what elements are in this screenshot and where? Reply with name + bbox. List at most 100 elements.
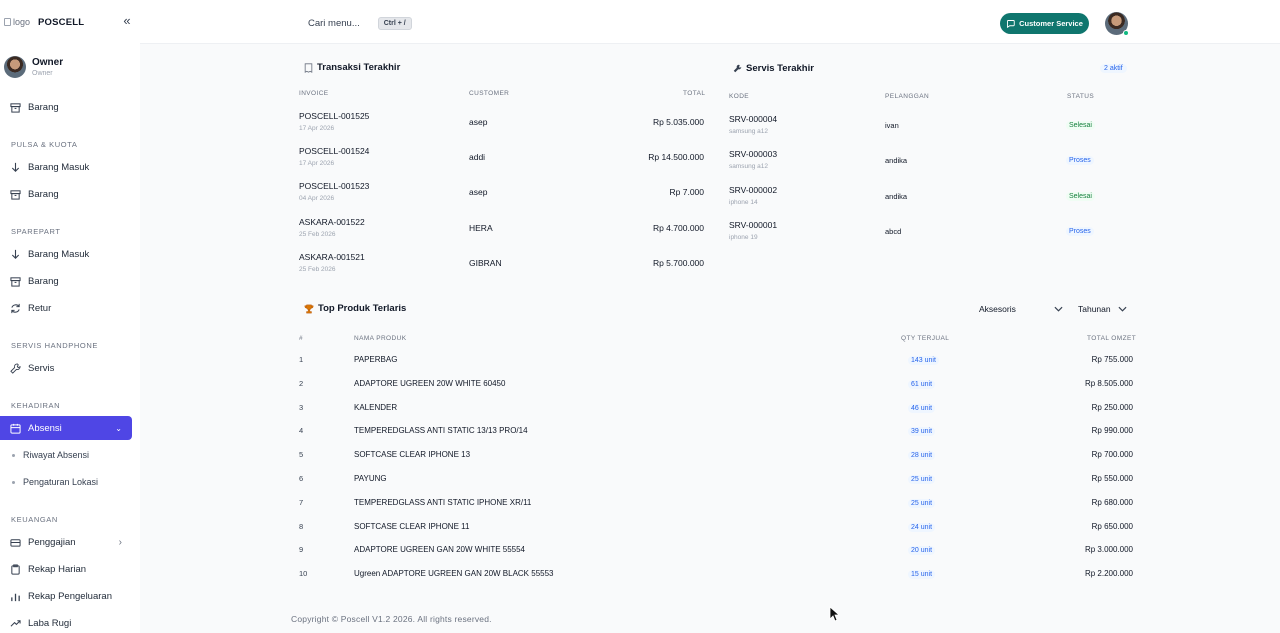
sidebar-item-servis[interactable]: Servis [0,356,132,380]
collapse-sidebar-icon[interactable]: « [120,14,134,28]
total-omzet: Rp 250.000 [1091,402,1133,412]
refresh-icon [10,303,21,314]
device-name: iphone 19 [729,233,758,241]
sidebar-item-label: Servis [28,362,55,374]
topbar: Cari menu... Ctrl + / Customer Service [140,0,1280,44]
sidebar-section-title: KEHADIRAN [11,401,61,410]
sidebar-subitem[interactable]: Riwayat Absensi [12,445,89,465]
customer-name: ivan [885,121,899,130]
product-name: KALENDER [354,402,398,412]
rank-number: 7 [299,497,304,507]
rank-number: 6 [299,474,304,483]
wallet-icon [10,537,21,548]
wrench-icon [10,362,21,374]
user-role: Owner [32,69,53,77]
calendar-icon [10,423,21,434]
shortcut-badge: Ctrl + / [377,16,412,30]
servis-title: Servis Terakhir [733,63,814,74]
chevron-down-icon: ⌄ [115,423,122,433]
sidebar-item-retur[interactable]: Retur [0,296,132,320]
sidebar-item-label: Barang Masuk [28,161,90,173]
invoice-total: Rp 7.000 [669,187,705,198]
qty-badge: 143 unit [908,356,939,365]
box-icon [10,276,21,287]
status-badge: Selesai [1066,191,1095,201]
invoice-date: 04 Apr 2026 [299,195,335,203]
clipboard-icon [10,563,21,575]
sidebar-item-label: Penggajian [28,536,76,548]
sidebar-item-barang-masuk[interactable]: Barang Masuk [0,155,132,179]
sidebar-item-label: Absensi [28,422,62,434]
sidebar-item-rekap-pengeluaran[interactable]: Rekap Pengeluaran [0,584,132,608]
product-name: PAPERBAG [354,355,398,364]
sidebar-item-barang-masuk[interactable]: Barang Masuk [0,242,132,266]
user-profile[interactable]: Owner Owner [4,56,63,78]
search-input[interactable]: Cari menu... Ctrl + / [308,15,428,31]
customer-service-label: Customer Service [1019,19,1083,28]
sidebar-item-label: Barang [28,101,59,113]
service-code: SRV-000001 [729,219,778,230]
th-kode: KODE [729,93,750,100]
total-omzet: Rp 3.000.000 [1084,545,1133,555]
total-omzet: Rp 650.000 [1091,521,1133,531]
total-omzet: Rp 680.000 [1091,497,1133,507]
sidebar-item-laba-rugi[interactable]: Laba Rugi [0,611,132,633]
qty-badge: 61 unit [908,379,936,389]
category-select[interactable]: Aksesoris [979,302,1063,316]
th-invoice: INVOICE [299,90,329,97]
total-omzet: Rp 550.000 [1091,474,1133,483]
customer-name: andika [885,191,908,201]
sidebar-item-label: Retur [28,302,52,314]
th-status: STATUS [1067,93,1095,100]
th-nama-produk: NAMA PRODUK [354,335,407,342]
total-omzet: Rp 700.000 [1091,450,1133,460]
period-select-value: Tahunan [1078,304,1111,314]
th-pelanggan: PELANGGAN [885,93,930,100]
customer-name: abcd [885,226,902,236]
sidebar-item-barang[interactable]: Barang [0,182,132,206]
transaksi-title: Transaksi Terakhir [304,62,400,73]
sidebar-section-title: SERVIS HANDPHONE [11,341,98,350]
invoice-number: POSCELL-001523 [299,181,370,192]
sidebar-item-penggajian[interactable]: Penggajian › [0,530,132,554]
trend-icon [10,618,21,629]
sidebar-item-rekap-harian[interactable]: Rekap Harian [0,557,132,581]
mouse-cursor-icon [829,606,839,622]
chevron-down-icon [1054,306,1063,312]
qty-badge: 39 unit [908,427,936,437]
sidebar-section-title: KEUANGAN [11,515,58,524]
bar-chart-icon [10,591,21,602]
product-name: ADAPTORE UGREEN 20W WHITE 60450 [354,378,506,388]
status-badge: Selesai [1066,121,1095,130]
period-select[interactable]: Tahunan [1078,302,1127,316]
invoice-number: POSCELL-001525 [299,111,370,121]
sidebar-item-label: Rekap Harian [28,563,87,575]
sidebar-section-title: PULSA & KUOTA [11,140,78,149]
chevron-down-icon [1118,306,1127,312]
chat-icon [1007,20,1015,28]
trophy-icon [304,304,314,313]
invoice-number: ASKARA-001522 [299,216,365,227]
sidebar-item-label: Laba Rugi [28,617,72,629]
rank-number: 1 [299,355,304,364]
profile-avatar-button[interactable] [1105,12,1129,36]
device-name: samsung a12 [729,128,769,135]
sidebar-item-barang[interactable]: Barang [0,95,132,119]
service-code: SRV-000004 [729,114,778,124]
invoice-total: Rp 4.700.000 [652,222,704,233]
sidebar-item-absensi[interactable]: Absensi ⌄ [0,416,132,440]
box-icon [10,189,21,200]
rank-number: 9 [299,545,304,555]
sidebar-subitem[interactable]: Pengaturan Lokasi [12,472,98,492]
sidebar-item-barang[interactable]: Barang [0,269,132,293]
invoice-total: Rp 14.500.000 [648,152,704,163]
invoice-date: 17 Apr 2026 [299,160,335,168]
qty-badge: 15 unit [908,570,936,580]
invoice-date: 25 Feb 2026 [299,265,336,273]
customer-service-button[interactable]: Customer Service [1000,13,1089,34]
qty-badge: 24 unit [908,522,936,532]
rank-number: 5 [299,450,304,460]
product-name: PAYUNG [354,474,387,483]
sidebar-item-label: Barang [28,188,59,200]
invoice-number: POSCELL-001524 [299,146,370,157]
